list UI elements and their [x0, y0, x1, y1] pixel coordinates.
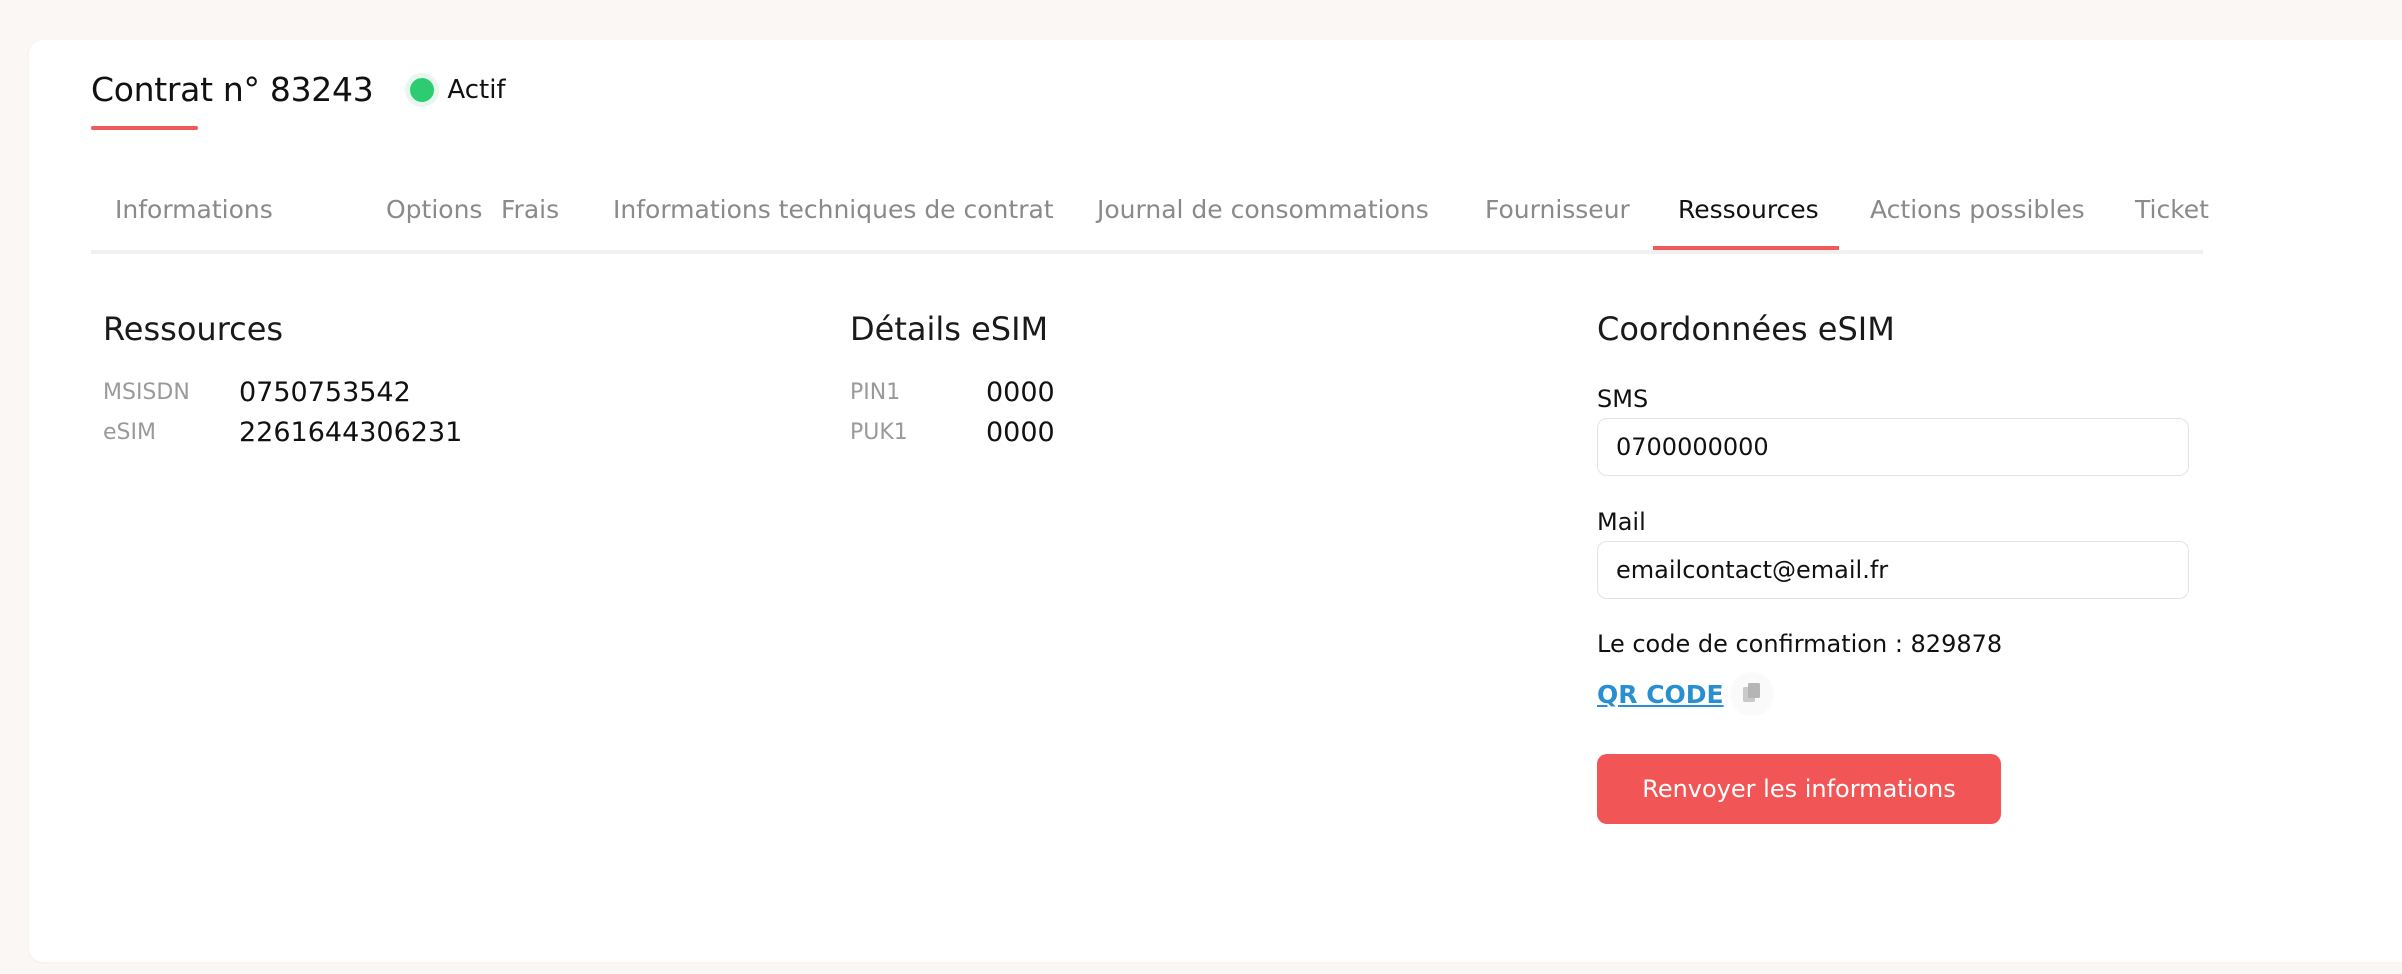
qr-code-link[interactable]: QR CODE	[1597, 680, 1724, 709]
status-badge: Actif	[405, 72, 506, 107]
sms-input[interactable]	[1597, 418, 2189, 476]
details-esim-title: Détails eSIM	[850, 310, 1049, 348]
copy-button[interactable]	[1730, 672, 1774, 716]
tab-informations[interactable]: Informations	[115, 190, 273, 250]
tab-informations-techniques[interactable]: Informations techniques de contrat	[613, 190, 1054, 250]
tab-fournisseur[interactable]: Fournisseur	[1485, 190, 1630, 250]
title-underline	[91, 126, 198, 130]
puk1-label: PUK1	[850, 420, 908, 445]
copy-icon	[1743, 683, 1760, 702]
active-tab-indicator	[1653, 246, 1839, 250]
msisdn-value: 0750753542	[239, 377, 411, 408]
coordonnees-esim-title: Coordonnées eSIM	[1597, 310, 1895, 348]
tab-options[interactable]: Options	[386, 190, 482, 250]
pin1-label: PIN1	[850, 380, 901, 405]
tab-ticket[interactable]: Ticket	[2135, 190, 2209, 250]
contract-card: Contrat n° 83243 Actif Informations Opti…	[29, 40, 2402, 962]
page-title: Contrat n° 83243	[91, 70, 374, 109]
puk1-value: 0000	[986, 417, 1055, 448]
status-label: Actif	[447, 74, 506, 105]
resend-info-button[interactable]: Renvoyer les informations	[1597, 754, 2001, 824]
sms-label: SMS	[1597, 385, 1649, 413]
tab-actions-possibles[interactable]: Actions possibles	[1870, 190, 2085, 250]
tab-ressources[interactable]: Ressources	[1678, 190, 1819, 250]
esim-label: eSIM	[103, 420, 156, 445]
ressources-title: Ressources	[103, 310, 284, 348]
status-dot-icon	[405, 72, 440, 107]
tab-bar: Informations Options Frais Informations …	[91, 190, 2209, 254]
msisdn-label: MSISDN	[103, 380, 190, 405]
mail-label: Mail	[1597, 508, 1646, 536]
confirmation-code-text: Le code de confirmation : 829878	[1597, 630, 2003, 658]
esim-value: 2261644306231	[239, 417, 463, 448]
mail-input[interactable]	[1597, 541, 2189, 599]
pin1-value: 0000	[986, 377, 1055, 408]
tab-frais[interactable]: Frais	[501, 190, 559, 250]
contract-header: Contrat n° 83243 Actif	[91, 70, 506, 109]
tab-journal-consommations[interactable]: Journal de consommations	[1097, 190, 1429, 250]
